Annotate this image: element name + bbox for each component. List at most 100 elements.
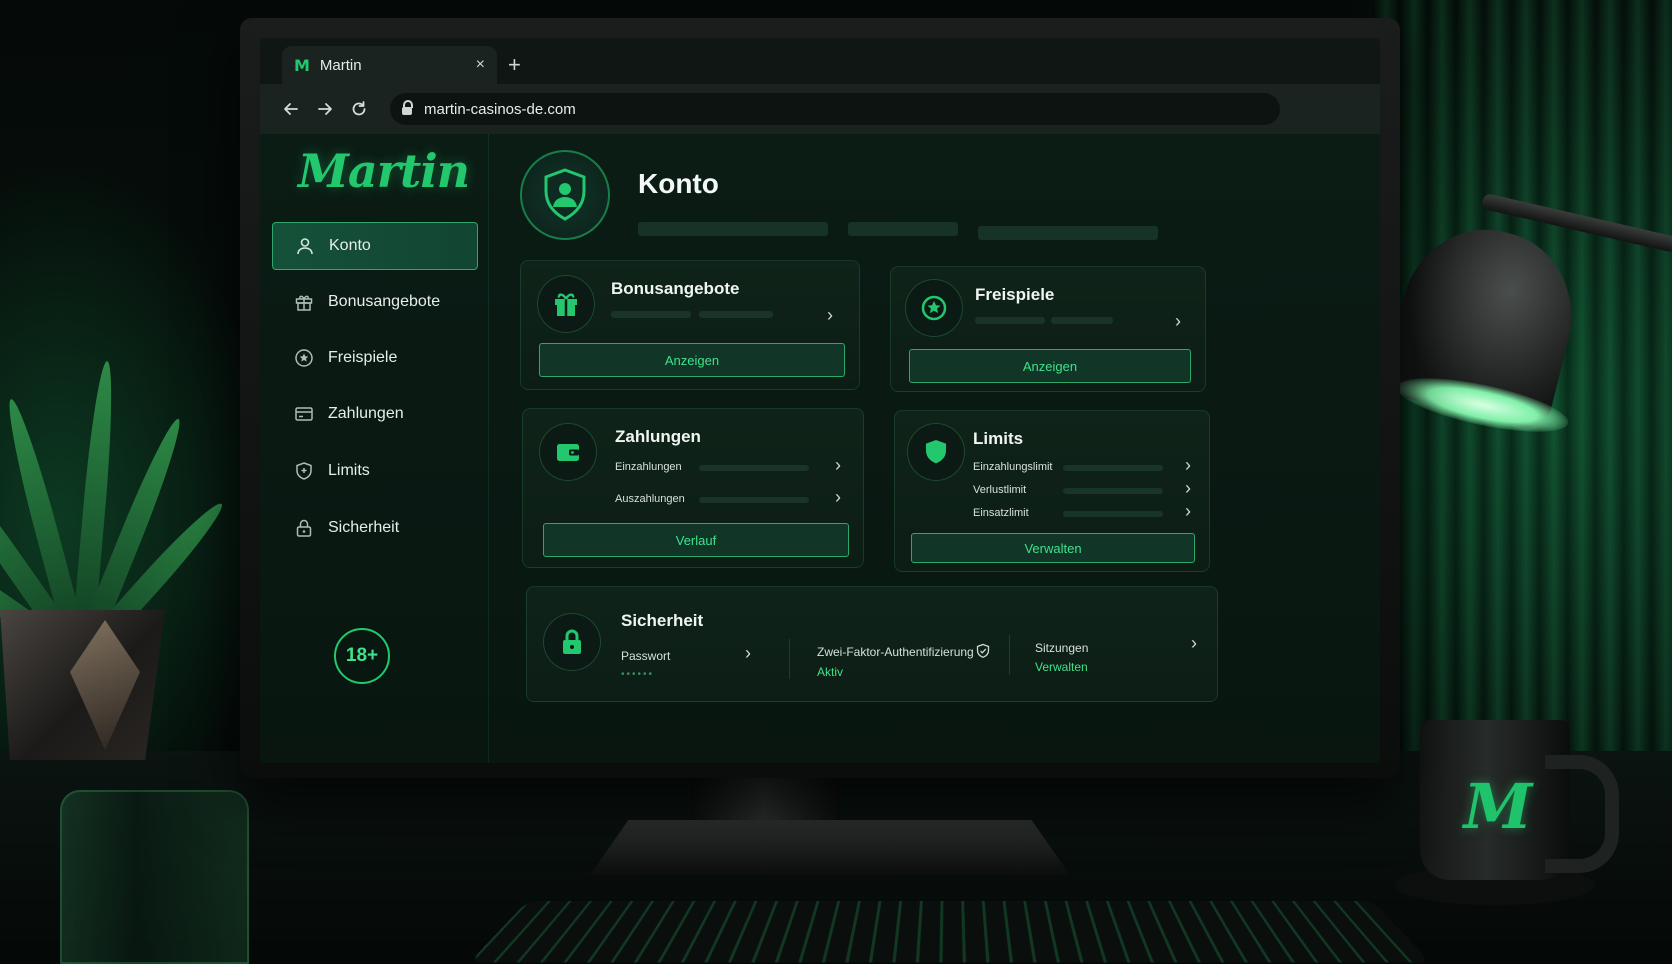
reload-icon [352,101,366,116]
arrow-left-icon [284,103,298,115]
limits-row-label: Verlustlimit [973,484,1027,496]
skeleton-line [848,222,958,236]
chevron-right-icon[interactable]: › [1185,478,1191,499]
verwalten-button[interactable]: Verwalten [911,533,1195,563]
skeleton-line [1063,511,1163,517]
skeleton-line [1051,317,1113,324]
card-title: Limits [973,429,1024,448]
sidebar-item-label: Freispiele [328,349,398,366]
forward-button[interactable] [308,92,342,126]
sidebar-item-label: Bonusangebote [328,293,441,310]
sidebar-item-label: Konto [329,237,371,254]
divider [789,639,790,679]
lock-icon [543,613,601,671]
monitor-stand-base [590,820,1070,875]
sessions-label: Sitzungen [1035,641,1089,655]
star-circle-icon [294,348,314,368]
page: Martin Konto Bonusangebote Freispiele Za… [260,134,1380,763]
screen: M Martin × + martin-casinos-de.com Marti… [260,38,1380,763]
freispiele-anzeigen-button[interactable]: Anzeigen [909,349,1191,383]
card-title: Freispiele [975,285,1055,304]
lock-icon [402,100,413,115]
chevron-right-icon[interactable]: › [835,487,841,508]
new-tab-button[interactable]: + [508,52,521,78]
user-icon [295,236,315,256]
sidebar-item-bonusangebote[interactable]: Bonusangebote [272,278,478,326]
skeleton-line [611,311,691,318]
password-label: Passwort [621,649,671,663]
card-title: Bonusangebote [611,279,740,298]
chevron-right-icon[interactable]: › [827,305,833,326]
chevron-right-icon[interactable]: › [745,643,751,664]
divider [1009,635,1010,675]
skeleton-line [638,222,828,236]
verlauf-button[interactable]: Verlauf [543,523,849,557]
page-title: Konto [638,168,719,199]
chevron-right-icon[interactable]: › [1175,311,1181,332]
bonus-anzeigen-button[interactable]: Anzeigen [539,343,845,377]
shield-icon [294,461,314,481]
skeleton-line [699,465,809,471]
card-freispiele: Freispiele › Anzeigen [890,266,1206,392]
chevron-right-icon[interactable]: › [1191,633,1197,654]
skeleton-line [699,497,809,503]
account-shield-icon [520,150,610,240]
chevron-right-icon[interactable]: › [835,455,841,476]
monitor: M Martin × + martin-casinos-de.com Marti… [240,18,1400,778]
card-sicherheit: Sicherheit Passwort •••••• › Zwei-Faktor… [526,586,1218,702]
age-badge: 18+ [334,628,390,684]
shield-check-icon [975,643,991,664]
address-bar[interactable]: martin-casinos-de.com [390,93,1280,125]
limits-row-label: Einsatzlimit [973,507,1029,519]
browser-tab[interactable]: M Martin × [282,46,497,84]
chevron-right-icon[interactable]: › [1185,501,1191,522]
skeleton-line [978,226,1158,240]
card-icon [294,404,314,424]
gift-icon [537,275,595,333]
sidebar-item-konto[interactable]: Konto [272,222,478,270]
wallet-icon [539,423,597,481]
twofa-status: Aktiv [817,665,844,679]
card-title: Zahlungen [615,427,701,446]
skeleton-line [699,311,773,318]
mug-logo: M [1463,770,1533,843]
drinking-glass [60,790,249,964]
sidebar-item-label: Zahlungen [328,405,404,422]
browser-toolbar: martin-casinos-de.com [260,84,1380,134]
sidebar-item-label: Sicherheit [328,519,400,536]
mug-handle [1545,755,1619,873]
star-circle-icon [905,279,963,337]
keyboard [469,901,1431,963]
sidebar-item-limits[interactable]: Limits [272,447,478,495]
skeleton-line [1063,488,1163,494]
skeleton-line [1063,465,1163,471]
card-zahlungen: Zahlungen Einzahlungen › Auszahlungen › … [522,408,864,568]
shield-icon [907,423,965,481]
back-button[interactable] [274,92,308,126]
gift-icon [294,292,314,312]
tab-title: Martin [319,56,362,74]
zahlungen-row-label: Einzahlungen [615,461,682,473]
main-content: Konto Bonusangebote › Anzeigen Freispiel… [488,134,1380,763]
sessions-manage-link[interactable]: Verwalten [1035,660,1088,674]
browser-chrome: M Martin × + martin-casinos-de.com [260,38,1380,134]
sidebar-item-label: Limits [328,462,370,479]
card-limits: Limits Einzahlungslimit › Verlustlimit ›… [894,410,1210,572]
skeleton-line [975,317,1045,324]
chevron-right-icon[interactable]: › [1185,455,1191,476]
sidebar-item-zahlungen[interactable]: Zahlungen [272,390,478,438]
url-text: martin-casinos-de.com [424,100,576,118]
sidebar-item-freispiele[interactable]: Freispiele [272,334,478,382]
zahlungen-row-label: Auszahlungen [615,493,685,505]
close-tab-icon[interactable]: × [476,56,485,74]
sidebar: Martin Konto Bonusangebote Freispiele Za… [260,134,489,763]
card-title: Sicherheit [621,611,704,630]
twofa-label: Zwei-Faktor-Authentifizierung [817,645,974,659]
reload-button[interactable] [342,92,376,126]
lock-icon [294,518,314,538]
card-bonusangebote: Bonusangebote › Anzeigen [520,260,860,390]
sidebar-item-sicherheit[interactable]: Sicherheit [272,504,478,552]
brand-logo[interactable]: Martin [298,144,470,198]
arrow-right-icon [318,103,332,115]
limits-row-label: Einzahlungslimit [973,461,1053,473]
